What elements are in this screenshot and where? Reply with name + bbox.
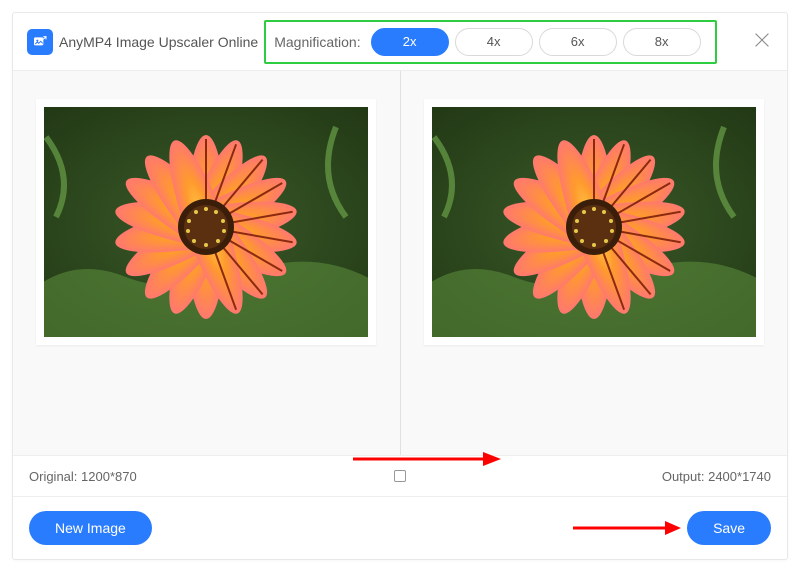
app-logo-icon — [27, 29, 53, 55]
app-window: AnyMP4 Image Upscaler Online Magnificati… — [12, 12, 788, 560]
original-pane — [13, 71, 400, 455]
output-image-frame — [424, 99, 764, 345]
dimension-bar: Original: 1200*870 Output: 2400*1740 — [13, 455, 787, 497]
output-dimensions: Output: 2400*1740 — [662, 469, 771, 484]
output-image — [432, 107, 756, 337]
magnification-option-2x[interactable]: 2x — [371, 28, 449, 56]
original-image — [44, 107, 368, 337]
close-icon[interactable] — [751, 29, 773, 51]
compare-slider-handle[interactable] — [394, 470, 406, 482]
app-title: AnyMP4 Image Upscaler Online — [59, 34, 258, 50]
magnification-group: Magnification: 2x 4x 6x 8x — [264, 20, 716, 64]
original-image-frame — [36, 99, 376, 345]
magnification-option-8x[interactable]: 8x — [623, 28, 701, 56]
new-image-button[interactable]: New Image — [29, 511, 152, 545]
magnification-option-6x[interactable]: 6x — [539, 28, 617, 56]
magnification-option-4x[interactable]: 4x — [455, 28, 533, 56]
original-dimensions: Original: 1200*870 — [29, 469, 137, 484]
output-pane — [401, 71, 788, 455]
save-button[interactable]: Save — [687, 511, 771, 545]
magnification-label: Magnification: — [274, 34, 360, 50]
preview-area — [13, 71, 787, 455]
header-bar: AnyMP4 Image Upscaler Online Magnificati… — [13, 13, 787, 71]
footer-bar: New Image Save — [13, 497, 787, 559]
